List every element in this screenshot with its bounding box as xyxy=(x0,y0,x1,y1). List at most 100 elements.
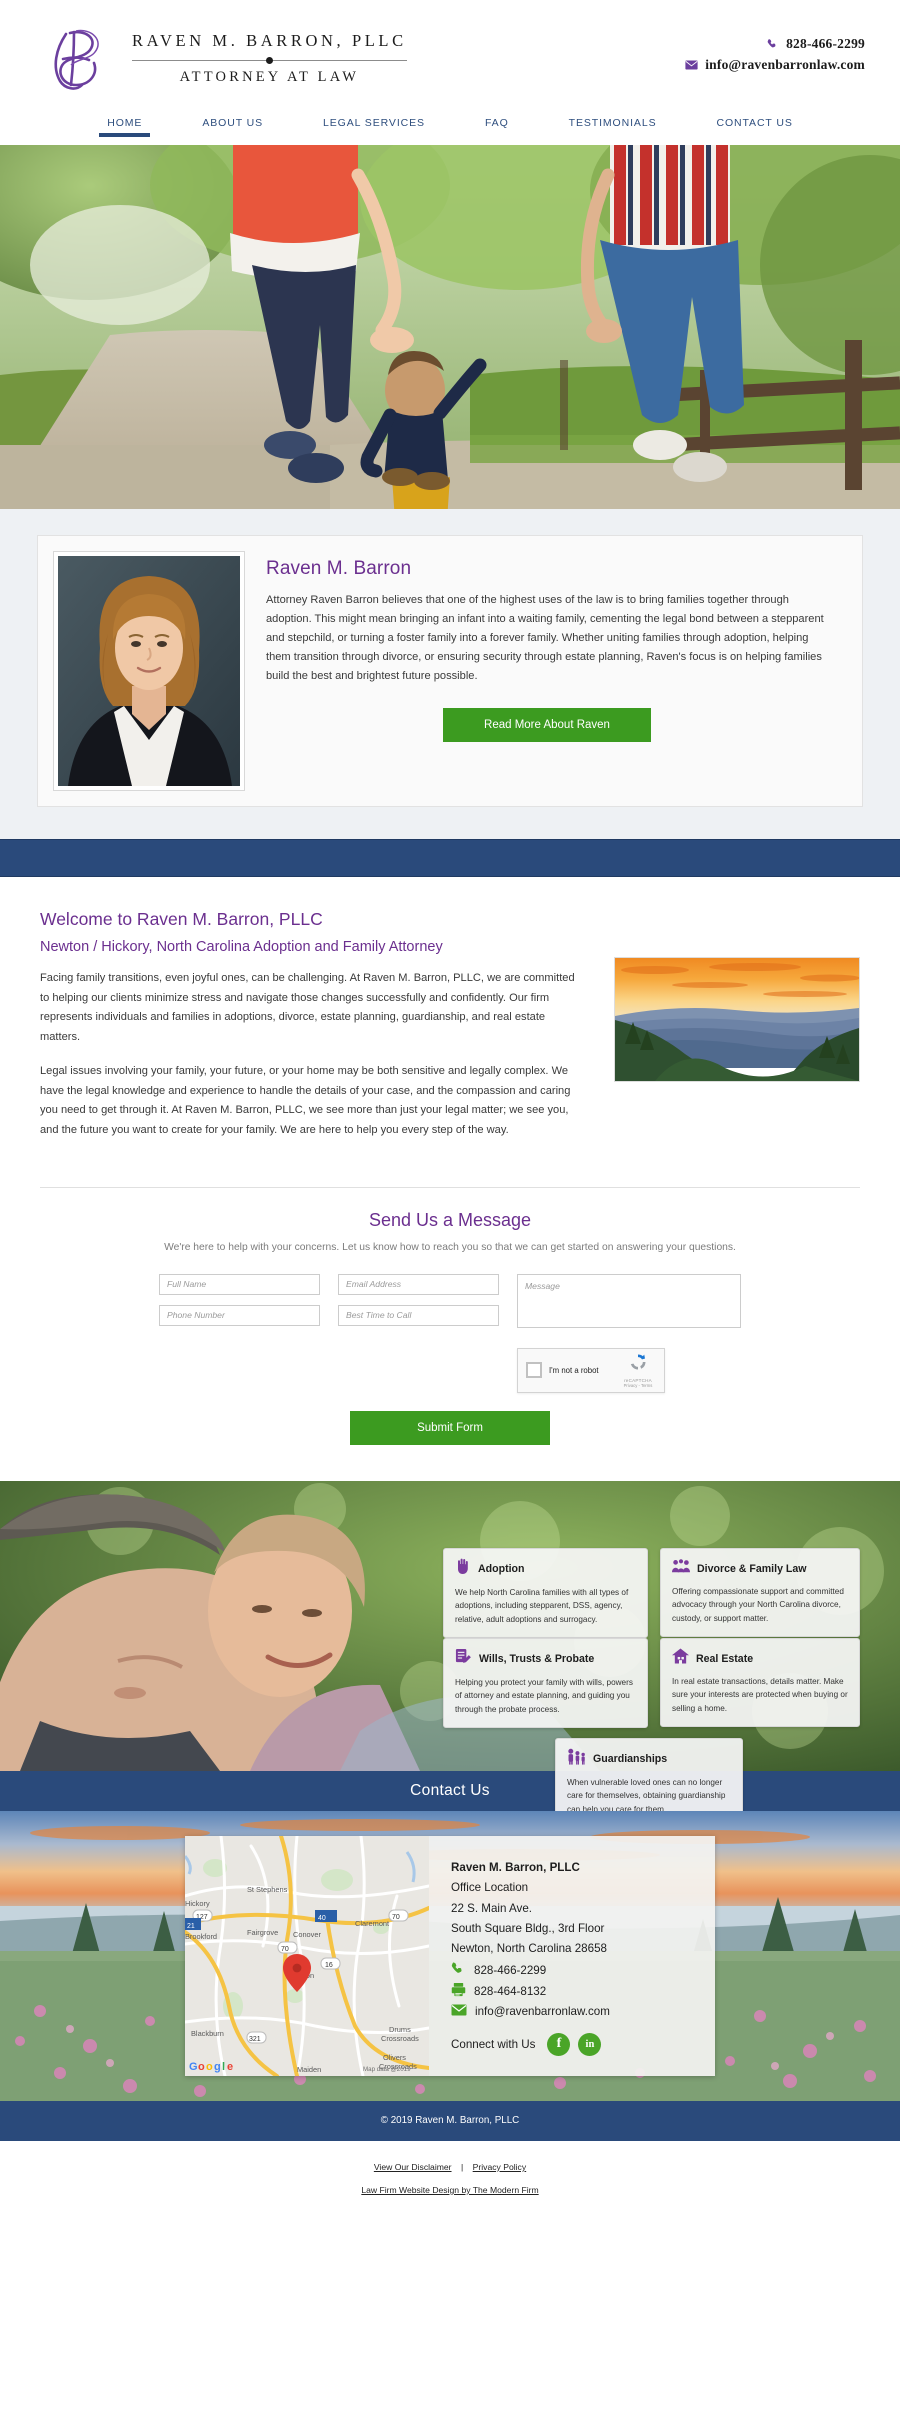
recaptcha-brand: reCAPTCHA Privacy - Terms xyxy=(620,1352,656,1388)
phone-input[interactable] xyxy=(159,1304,320,1326)
card-head: Adoption xyxy=(455,1558,636,1580)
submit-row: Submit Form xyxy=(40,1410,860,1445)
office-email: info@ravenbarronlaw.com xyxy=(475,2005,610,2019)
svg-text:70: 70 xyxy=(281,1946,289,1953)
privacy-policy-link[interactable]: Privacy Policy xyxy=(473,2162,526,2172)
svg-text:o: o xyxy=(206,2061,213,2073)
main-navigation: HOME ABOUT US LEGAL SERVICES FAQ TESTIMO… xyxy=(0,115,900,145)
linkedin-icon[interactable]: in xyxy=(578,2032,602,2056)
svg-text:321: 321 xyxy=(249,2036,261,2043)
nav-item-legal-services[interactable]: LEGAL SERVICES xyxy=(293,115,455,137)
attorney-headshot-image xyxy=(58,556,240,786)
footer-copyright: © 2019 Raven M. Barron, PLLC xyxy=(380,2115,520,2127)
contact-section: St Stephens Hickory Brookford Fairgrove … xyxy=(0,1810,900,2101)
card-title: Wills, Trusts & Probate xyxy=(479,1653,595,1665)
recaptcha-terms: Privacy - Terms xyxy=(623,1383,653,1389)
message-textarea[interactable] xyxy=(517,1273,741,1328)
card-title: Real Estate xyxy=(696,1652,754,1665)
nav-item-home[interactable]: HOME xyxy=(77,115,172,137)
recaptcha-icon xyxy=(630,1354,646,1370)
card-text: We help North Carolina families with all… xyxy=(455,1588,629,1624)
disclaimer-link[interactable]: View Our Disclaimer xyxy=(374,2162,452,2172)
svg-text:g: g xyxy=(214,2061,221,2073)
svg-text:e: e xyxy=(227,2061,233,2073)
firm-name: RAVEN M. BARRON, PLLC xyxy=(132,31,407,50)
form-grid: I'm not a robot reCAPTCHA Privacy - Term… xyxy=(40,1273,860,1393)
svg-text:Maiden: Maiden xyxy=(297,2065,321,2074)
nav-item-testimonials[interactable]: TESTIMONIALS xyxy=(539,115,687,137)
practice-card-divorce-family-law[interactable]: Divorce & Family Law Offering compassion… xyxy=(660,1548,860,1637)
svg-text:l: l xyxy=(222,2061,225,2073)
card-head: Real Estate xyxy=(672,1648,848,1669)
svg-text:Brookford: Brookford xyxy=(185,1932,217,1941)
office-fax: 828-464-8132 xyxy=(474,1985,547,1999)
svg-text:G: G xyxy=(189,2061,198,2073)
attorney-bio-body: Raven M. Barron Attorney Raven Barron be… xyxy=(266,552,846,790)
card-head: Guardianships xyxy=(567,1748,731,1770)
best-time-to-call-input[interactable] xyxy=(338,1304,499,1326)
full-name-input[interactable] xyxy=(159,1273,320,1295)
contact-info-panel: St Stephens Hickory Brookford Fairgrove … xyxy=(185,1835,715,2076)
footer-links-row-1: View Our Disclaimer | Privacy Policy xyxy=(0,2157,900,2175)
read-more-about-raven-button[interactable]: Read More About Raven xyxy=(443,708,651,743)
office-address-line-2: South Square Bldg., 3rd Floor xyxy=(451,1922,605,1936)
svg-text:Conover: Conover xyxy=(293,1930,321,1939)
recaptcha-label: I'm not a robot xyxy=(549,1365,599,1375)
connect-label: Connect with Us xyxy=(451,2037,536,2051)
svg-text:Fairgrove: Fairgrove xyxy=(247,1928,278,1937)
welcome-paragraph-2: Legal issues involving your family, your… xyxy=(40,1064,571,1137)
brand-logo[interactable]: RAVEN M. BARRON, PLLC ATTORNEY AT LAW xyxy=(40,19,407,97)
svg-text:70: 70 xyxy=(392,1914,400,1921)
svg-text:Claremont: Claremont xyxy=(355,1919,389,1928)
nav-item-contact-us[interactable]: CONTACT US xyxy=(686,115,822,137)
brand-text: RAVEN M. BARRON, PLLC ATTORNEY AT LAW xyxy=(132,29,407,86)
guardianship-figures-icon xyxy=(567,1748,586,1770)
nav-item-faq[interactable]: FAQ xyxy=(455,115,539,137)
header-contact: 828-466-2299 info@ravenbarronlaw.com xyxy=(685,36,865,79)
svg-text:o: o xyxy=(198,2061,205,2073)
form-title: Send Us a Message xyxy=(368,1209,532,1230)
footer-links: View Our Disclaimer | Privacy Policy Law… xyxy=(0,2140,900,2222)
header-email[interactable]: info@ravenbarronlaw.com xyxy=(685,57,865,73)
office-address-line-3: Newton, North Carolina 28658 xyxy=(451,1942,607,1956)
card-text: In real estate transactions, details mat… xyxy=(672,1677,848,1713)
attorney-bio-card: Raven M. Barron Attorney Raven Barron be… xyxy=(37,535,863,807)
office-info: Raven M. Barron, PLLC Office Location 22… xyxy=(429,1836,715,2076)
monogram-logo-icon xyxy=(40,19,118,97)
svg-text:21: 21 xyxy=(187,1923,195,1930)
nav-item-about-us[interactable]: ABOUT US xyxy=(172,115,293,137)
facebook-icon[interactable]: f xyxy=(547,2032,571,2056)
read-more-row: Read More About Raven xyxy=(266,708,828,743)
office-firm-name: Raven M. Barron, PLLC xyxy=(451,1860,580,1874)
office-phone-row[interactable]: 828-466-2299 xyxy=(451,1961,705,1981)
form-left-column xyxy=(159,1273,499,1393)
practice-card-real-estate[interactable]: Real Estate In real estate transactions,… xyxy=(660,1638,860,1727)
footer-copyright-bar: © 2019 Raven M. Barron, PLLC xyxy=(0,2100,900,2141)
welcome-section: Welcome to Raven M. Barron, PLLC Newton … xyxy=(0,877,900,1155)
recaptcha-checkbox[interactable] xyxy=(526,1362,542,1379)
svg-text:Olivers: Olivers xyxy=(383,2053,406,2062)
card-head: Wills, Trusts & Probate xyxy=(455,1648,636,1670)
welcome-subheading: Newton / Hickory, North Carolina Adoptio… xyxy=(40,939,443,955)
footer-separator: | xyxy=(460,2161,464,2172)
practice-card-adoption[interactable]: Adoption We help North Carolina families… xyxy=(443,1548,648,1638)
submit-form-button[interactable]: Submit Form xyxy=(350,1410,550,1445)
map-attribution: Map data @2019 xyxy=(363,2066,411,2073)
office-email-row[interactable]: info@ravenbarronlaw.com xyxy=(451,2003,705,2021)
svg-text:16: 16 xyxy=(325,1962,333,1969)
contact-banner-title: Contact Us xyxy=(410,1781,490,1799)
header-phone[interactable]: 828-466-2299 xyxy=(685,36,865,52)
hero-image xyxy=(0,145,900,509)
contact-banner: Contact Us xyxy=(0,1770,900,1811)
email-input[interactable] xyxy=(338,1273,499,1295)
fax-icon xyxy=(451,1982,466,2002)
hero-banner xyxy=(0,145,900,509)
recaptcha-widget[interactable]: I'm not a robot reCAPTCHA Privacy - Term… xyxy=(517,1347,665,1393)
form-right-column: I'm not a robot reCAPTCHA Privacy - Term… xyxy=(517,1273,741,1393)
card-text: When vulnerable loved ones can no longer… xyxy=(567,1778,726,1814)
website-credit-link[interactable]: Law Firm Website Design by The Modern Fi… xyxy=(361,2185,538,2195)
card-title: Guardianships xyxy=(593,1753,668,1765)
footer-links-row-2: Law Firm Website Design by The Modern Fi… xyxy=(0,2180,900,2198)
location-map[interactable]: St Stephens Hickory Brookford Fairgrove … xyxy=(185,1835,429,2076)
practice-card-wills-trusts-probate[interactable]: Wills, Trusts & Probate Helping you prot… xyxy=(443,1638,648,1728)
